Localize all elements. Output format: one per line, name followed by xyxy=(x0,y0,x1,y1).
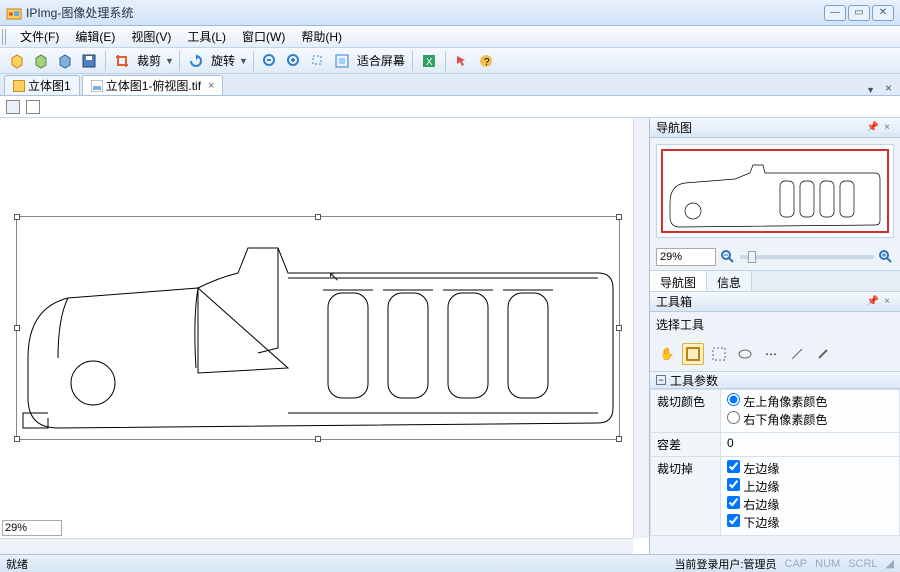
pointer-tool-icon[interactable] xyxy=(451,50,473,72)
maximize-button[interactable]: ▭ xyxy=(848,5,870,21)
tab-info[interactable]: 信息 xyxy=(707,271,752,291)
crop-color-opt2[interactable]: 右下角像素颜色 xyxy=(727,411,893,429)
navigator-tabs: 导航图 信息 xyxy=(650,270,900,292)
tab-navigator[interactable]: 导航图 xyxy=(650,271,707,291)
cursor-icon: ↖ xyxy=(328,268,340,285)
work-area: ↖ 导航图 📌 × 导航图 信息 xyxy=(0,118,900,554)
rotate-dropdown-icon[interactable]: ▼ xyxy=(239,56,248,66)
navigator-thumbnail[interactable] xyxy=(656,144,894,238)
crop-color-opt1[interactable]: 左上角像素颜色 xyxy=(727,393,893,411)
navigator-viewport[interactable] xyxy=(661,149,889,233)
image-content xyxy=(18,218,618,438)
minimize-button[interactable]: — xyxy=(824,5,846,21)
ellipse-tool-icon[interactable] xyxy=(734,343,756,365)
document-tabs: 立体图1 立体图1-俯视图.tif× ▼ × xyxy=(0,74,900,96)
rotate-label[interactable]: 旋转 xyxy=(209,52,237,69)
help-tool-icon[interactable]: ? xyxy=(475,50,497,72)
crop-icon[interactable] xyxy=(111,50,133,72)
tool-params: −工具参数 裁切颜色 左上角像素颜色 右下角像素颜色 容差 0 裁切掉 左边缘 … xyxy=(650,371,900,536)
rotate-icon[interactable] xyxy=(185,50,207,72)
zoom-in-icon[interactable] xyxy=(283,50,305,72)
status-num: NUM xyxy=(815,558,840,570)
tab-document-1[interactable]: 立体图1 xyxy=(4,75,80,95)
panel-close-icon[interactable]: × xyxy=(880,295,894,309)
zoom-slider[interactable] xyxy=(740,255,874,259)
edge-left[interactable]: 左边缘 xyxy=(727,460,893,478)
fit-screen-icon[interactable] xyxy=(331,50,353,72)
cube-tool-1[interactable] xyxy=(6,50,28,72)
tolerance-label: 容差 xyxy=(651,433,721,457)
menu-edit[interactable]: 编辑(E) xyxy=(67,26,123,47)
status-bar: 就绪 当前登录用户:管理员 CAP NUM SCRL ◢ xyxy=(0,554,900,572)
marquee-tool-icon[interactable] xyxy=(708,343,730,365)
navigator-zoom-row xyxy=(650,244,900,270)
tabs-close-icon[interactable]: × xyxy=(881,81,896,95)
cube-tool-2[interactable] xyxy=(30,50,52,72)
zoom-out-icon[interactable] xyxy=(259,50,281,72)
tab-document-2[interactable]: 立体图1-俯视图.tif× xyxy=(82,75,224,95)
status-scrl: SCRL xyxy=(848,558,877,570)
rect-select-tool-icon[interactable] xyxy=(682,343,704,365)
menu-window[interactable]: 窗口(W) xyxy=(234,26,293,47)
zoom-in-icon[interactable] xyxy=(878,249,894,265)
hand-tool-icon[interactable]: ✋ xyxy=(656,343,678,365)
menu-tools[interactable]: 工具(L) xyxy=(179,26,234,47)
tab-close-icon[interactable]: × xyxy=(208,80,214,92)
edge-top[interactable]: 上边缘 xyxy=(727,478,893,496)
tolerance-value[interactable]: 0 xyxy=(721,433,900,457)
toolbox-header: 工具箱 📌 × xyxy=(650,292,900,312)
canvas-panel: ↖ xyxy=(0,118,650,554)
status-user: 当前登录用户:管理员 xyxy=(674,556,776,572)
panel-close-icon[interactable]: × xyxy=(880,121,894,135)
edge-right[interactable]: 右边缘 xyxy=(727,496,893,514)
svg-text:X: X xyxy=(426,57,433,68)
secondary-toolbar xyxy=(0,96,900,118)
title-bar: IPImg-图像处理系统 — ▭ ✕ xyxy=(0,0,900,26)
navigator-header: 导航图 📌 × xyxy=(650,118,900,138)
menu-bar: 文件(F) 编辑(E) 视图(V) 工具(L) 窗口(W) 帮助(H) xyxy=(0,26,900,48)
close-button[interactable]: ✕ xyxy=(872,5,894,21)
zoom-region-icon[interactable] xyxy=(307,50,329,72)
tool-grid: ✋ ⋯ xyxy=(650,337,900,371)
view-mode-icon[interactable] xyxy=(6,100,20,114)
main-toolbar: 裁剪 ▼ 旋转 ▼ 适合屏幕 X ? xyxy=(0,48,900,74)
wand-tool-icon[interactable] xyxy=(812,343,834,365)
crop-label[interactable]: 裁剪 xyxy=(135,52,163,69)
window-title: IPImg-图像处理系统 xyxy=(26,4,822,21)
export-excel-icon[interactable]: X xyxy=(418,50,440,72)
toolbox-subtitle: 选择工具 xyxy=(650,312,900,337)
vertical-scrollbar[interactable] xyxy=(633,118,649,538)
pin-icon[interactable]: 📌 xyxy=(866,121,880,135)
horizontal-scrollbar[interactable] xyxy=(0,538,633,554)
view-mode-icon-2[interactable] xyxy=(26,100,40,114)
tabs-dropdown-icon[interactable]: ▼ xyxy=(860,85,881,95)
params-header[interactable]: −工具参数 xyxy=(650,371,900,389)
status-cap: CAP xyxy=(785,558,808,570)
menu-file[interactable]: 文件(F) xyxy=(12,26,67,47)
menu-grip xyxy=(2,29,8,45)
menu-view[interactable]: 视图(V) xyxy=(123,26,179,47)
status-ready: 就绪 xyxy=(6,556,28,572)
svg-text:?: ? xyxy=(484,57,490,68)
crop-color-label: 裁切颜色 xyxy=(651,390,721,433)
cube-icon xyxy=(13,80,25,92)
pin-icon[interactable]: 📌 xyxy=(866,295,880,309)
dots-tool-icon[interactable]: ⋯ xyxy=(760,343,782,365)
resize-grip-icon[interactable]: ◢ xyxy=(886,557,894,570)
zoom-out-icon[interactable] xyxy=(720,249,736,265)
cube-tool-3[interactable] xyxy=(54,50,76,72)
image-file-icon xyxy=(91,80,103,92)
edge-bottom[interactable]: 下边缘 xyxy=(727,514,893,532)
menu-help[interactable]: 帮助(H) xyxy=(293,26,350,47)
crop-dropdown-icon[interactable]: ▼ xyxy=(165,56,174,66)
crop-edges-label: 裁切掉 xyxy=(651,457,721,536)
save-icon[interactable] xyxy=(78,50,100,72)
navigator-zoom-input[interactable] xyxy=(656,248,716,266)
fit-screen-label[interactable]: 适合屏幕 xyxy=(355,52,407,69)
right-panel: 导航图 📌 × 导航图 信息 工具箱 📌 × 选择工具 xyxy=(650,118,900,554)
canvas-zoom-input[interactable] xyxy=(2,520,62,536)
line-tool-icon[interactable] xyxy=(786,343,808,365)
app-icon xyxy=(6,5,22,21)
canvas[interactable]: ↖ xyxy=(0,118,649,554)
